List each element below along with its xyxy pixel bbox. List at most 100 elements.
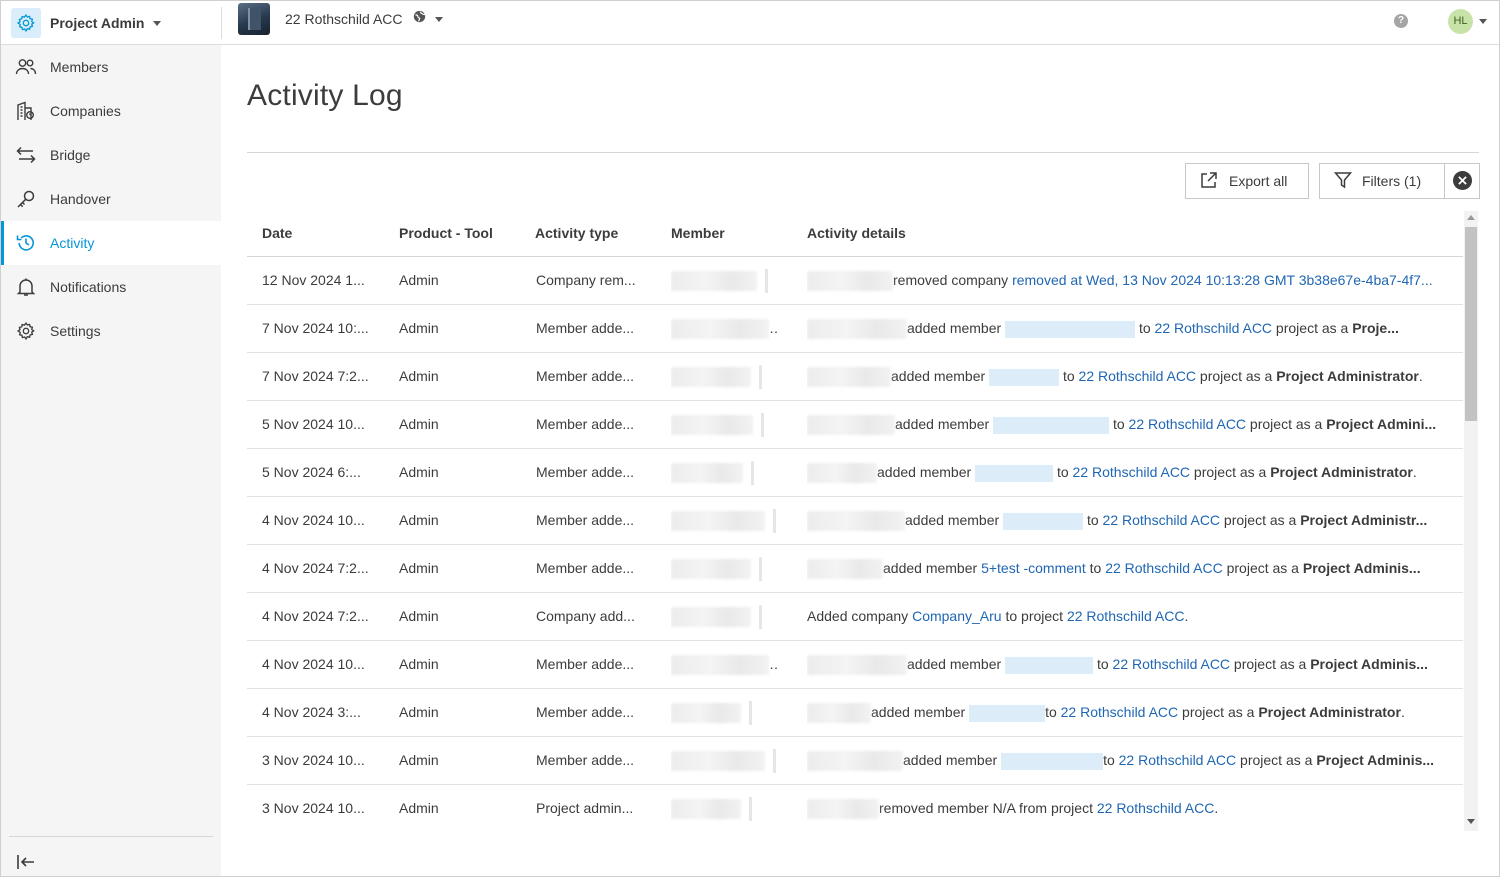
column-header-activity-details[interactable]: Activity details [807,209,906,257]
scroll-down-icon[interactable] [1467,819,1475,824]
detail-link[interactable]: 22 Rothschild ACC [1061,704,1179,720]
redacted-member-link[interactable] [1001,752,1104,770]
detail-link[interactable]: 22 Rothschild ACC [1105,560,1223,576]
project-switcher[interactable]: 22 Rothschild ACC [238,3,443,35]
scrollbar-thumb[interactable] [1465,227,1477,421]
table-row[interactable]: 5 Nov 2024 6:... Admin Member adde... added… [247,449,1463,497]
detail-text: added member [903,752,1002,768]
column-header-date[interactable]: Date [262,209,292,257]
sidebar-item-activity[interactable]: Activity [1,221,221,265]
detail-link[interactable]: 22 Rothschild ACC [1079,368,1197,384]
table-row[interactable]: 4 Nov 2024 3:... Admin Member adde... added… [247,689,1463,737]
detail-link[interactable]: 22 Rothschild ACC [1097,800,1215,816]
activity-type-cell: Member adde... [536,416,635,432]
table-row[interactable]: 3 Nov 2024 10... Admin Project admin... rem… [247,785,1463,831]
sidebar-item-notifications[interactable]: Notifications [1,265,221,309]
export-all-button[interactable]: Export all [1185,163,1309,199]
redacted-actor-name [807,511,905,532]
detail-text: to [1045,704,1061,720]
scroll-up-icon[interactable] [1467,215,1475,220]
sidebar: Members Companies Bridge Handover Activity No… [1,45,221,876]
detail-link[interactable]: 22 Rothschild ACC [1113,656,1231,672]
table-row[interactable]: 4 Nov 2024 10... Admin Member adde... added… [247,497,1463,545]
redaction-mark [761,413,764,438]
activity-details-cell: added member to 22 Rothschild ACC projec… [807,497,1447,544]
detail-text: removed company [893,272,1013,288]
detail-text: . [1400,704,1405,720]
detail-link[interactable]: 22 Rothschild ACC [1103,512,1221,528]
redacted-member-link[interactable] [1003,512,1084,530]
member-cell [671,593,777,640]
collapse-left-icon[interactable] [15,851,37,873]
table-row[interactable]: 3 Nov 2024 10... Admin Member adde... added… [247,737,1463,785]
detail-link[interactable]: 22 Rothschild ACC [1119,752,1237,768]
activity-details-cell: added member 5+test -comment to 22 Roths… [807,545,1447,592]
member-cell [671,449,777,496]
product-tool-cell: Admin [399,320,439,336]
detail-text: to [1083,512,1103,528]
redacted-member-link[interactable] [1005,320,1136,338]
help-icon[interactable]: ? [1394,14,1408,28]
detail-link[interactable]: removed at Wed, 13 Nov 2024 10:13:28 GMT… [1012,272,1433,288]
member-cell [671,401,777,448]
table-row[interactable]: 4 Nov 2024 7:2... Admin Member adde... adde… [247,545,1463,593]
detail-link[interactable]: Company_Aru [912,608,1002,624]
detail-text: added member [907,656,1006,672]
detail-text: . [1412,464,1417,480]
sidebar-item-companies[interactable]: Companies [1,89,221,133]
redaction-mark [749,797,752,822]
sidebar-item-members[interactable]: Members [1,45,221,89]
redacted-actor-name [807,703,871,724]
table-row[interactable]: 12 Nov 2024 1... Admin Company rem... remov… [247,257,1463,305]
detail-text: . [1214,800,1219,816]
detail-text: to [1085,560,1106,576]
redacted-member-link[interactable] [989,368,1060,386]
sidebar-item-label: Members [50,59,109,75]
detail-text: project as a [1222,560,1303,576]
column-header-activity-type[interactable]: Activity type [535,209,618,257]
divider [9,836,213,837]
sidebar-item-settings[interactable]: Settings [1,309,221,353]
redacted-member-link[interactable] [975,464,1054,482]
divider [247,152,1479,153]
product-tool-cell: Admin [399,608,439,624]
member-cell [671,785,777,831]
detail-text: project as a [1236,752,1317,768]
detail-link[interactable]: 22 Rothschild ACC [1155,320,1273,336]
sidebar-item-label: Bridge [50,147,91,163]
redacted-member-name [671,751,765,772]
member-cell [671,257,777,304]
column-header-product-tool[interactable]: Product - Tool [399,209,493,257]
detail-text: Added company [807,608,913,624]
sidebar-item-bridge[interactable]: Bridge [1,133,221,177]
activity-details-cell: added member to 22 Rothschild ACC projec… [807,401,1447,448]
app-switcher[interactable]: Project Admin [1,1,221,45]
detail-text: project as a [1272,320,1353,336]
sidebar-item-handover[interactable]: Handover [1,177,221,221]
activity-details-cell: added member to 22 Rothschild ACC projec… [807,449,1447,496]
date-cell: 4 Nov 2024 10... [262,512,365,528]
activity-type-cell: Member adde... [536,560,635,576]
detail-link[interactable]: 22 Rothschild ACC [1067,608,1185,624]
column-header-member[interactable]: Member [671,209,725,257]
member-cell [671,497,777,544]
redacted-member-link[interactable] [1005,656,1094,674]
product-tool-cell: Admin [399,560,439,576]
detail-link[interactable]: 5+test -comment [981,560,1086,576]
table-row[interactable]: 5 Nov 2024 10... Admin Member adde... added… [247,401,1463,449]
redacted-member-link[interactable] [969,704,1046,722]
table-row[interactable]: 7 Nov 2024 10:... Admin Member adde... adde… [247,305,1463,353]
user-menu[interactable]: HL [1448,9,1487,34]
close-circle-icon[interactable] [1453,171,1472,190]
detail-link[interactable]: 22 Rothschild ACC [1073,464,1191,480]
redacted-actor-name [807,367,891,388]
redacted-member-link[interactable] [993,416,1110,434]
table-row[interactable]: 7 Nov 2024 7:2... Admin Member adde... adde… [247,353,1463,401]
table-row[interactable]: 4 Nov 2024 7:2... Admin Company add... Adde… [247,593,1463,641]
detail-text: added member [883,560,982,576]
role-text: Proje... [1352,320,1399,336]
date-cell: 12 Nov 2024 1... [262,272,365,288]
table-row[interactable]: 4 Nov 2024 10... Admin Member adde... added… [247,641,1463,689]
detail-link[interactable]: 22 Rothschild ACC [1129,416,1247,432]
date-cell: 7 Nov 2024 10:... [262,320,369,336]
